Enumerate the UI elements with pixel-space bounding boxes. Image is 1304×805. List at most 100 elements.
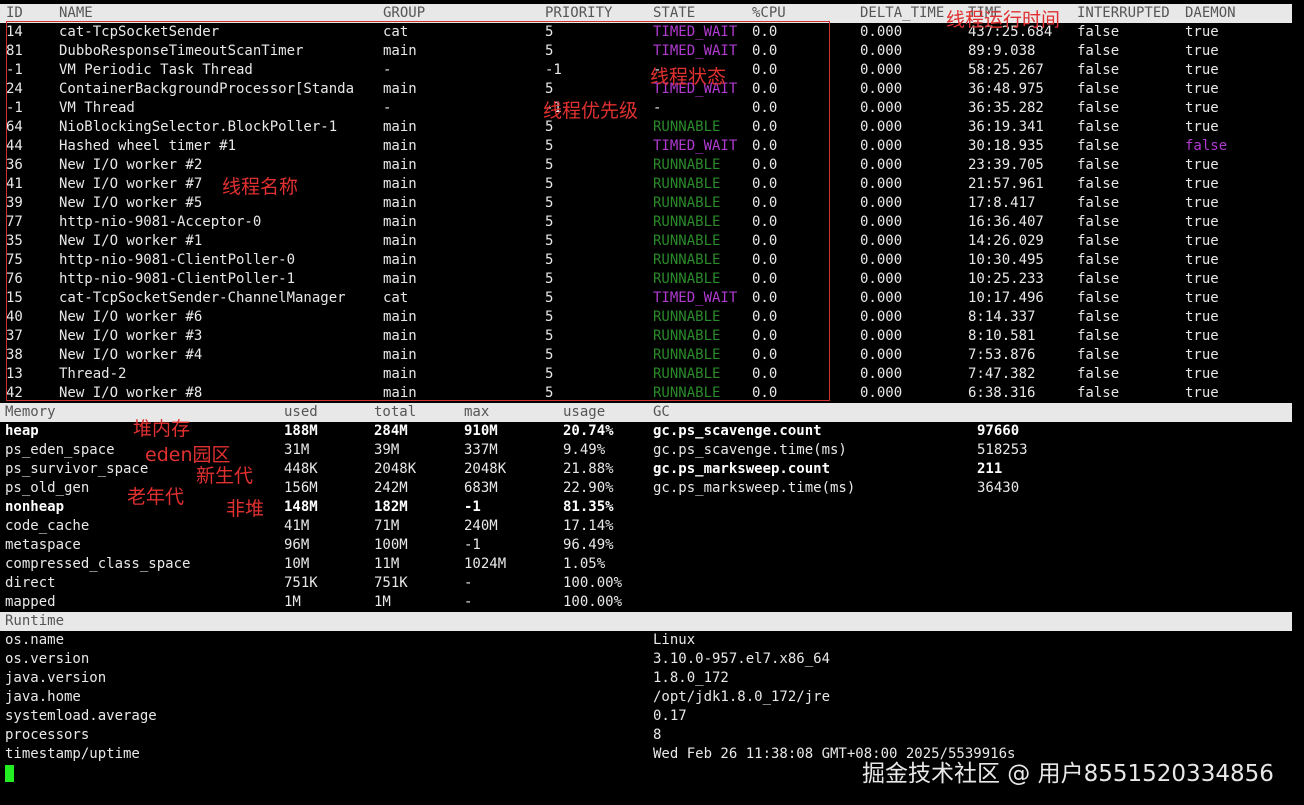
thread-interrupted-cell: false (1077, 252, 1120, 268)
memory-memory-cell: mapped (5, 594, 56, 610)
thread-time-cell: 36:48.975 (968, 81, 1044, 97)
thread-time-cell: 21:57.961 (968, 176, 1044, 192)
thread-interrupted-cell: false (1077, 195, 1120, 211)
thread-interrupted-cell: false (1077, 119, 1120, 135)
memory-total-cell: 71M (374, 518, 400, 534)
memory-usage-cell: 96.49% (563, 537, 614, 553)
runtime-header-label: Runtime (5, 613, 65, 629)
thread-interrupted-cell: false (1077, 347, 1120, 363)
terminal-cursor[interactable] (5, 765, 14, 782)
memory-used-cell: 1M (284, 594, 301, 610)
runtime-key-cell: java.home (5, 689, 81, 705)
memory-table-header: Memory used total max usage GC (0, 403, 1292, 422)
runtime-header: Runtime (0, 612, 1292, 631)
gc-row: gc.ps_marksweep.time(ms) 36430 (640, 479, 1290, 498)
annotation-heap: 堆内存 (133, 418, 191, 440)
memory-total-cell: 2048K (374, 461, 417, 477)
thread-interrupted-cell: false (1077, 138, 1120, 154)
gc-name-cell: gc.ps_marksweep.time(ms) (653, 480, 856, 496)
memory-usage-cell: 17.14% (563, 518, 614, 534)
memory-memory-cell: code_cache (5, 518, 90, 534)
gc-name-cell: gc.ps_scavenge.time(ms) (653, 442, 847, 458)
thread-time-cell: 17:8.417 (968, 195, 1036, 211)
runtime-row: os.version 3.10.0-957.el7.x86_64 (0, 650, 1292, 669)
thread-interrupted-cell: false (1077, 290, 1120, 306)
runtime-value-cell: 0.17 (653, 708, 687, 724)
thread-daemon-cell: true (1185, 214, 1219, 230)
thread-delta-time-cell: 0.000 (860, 328, 903, 344)
runtime-value-cell: Linux (653, 632, 696, 648)
memory-max-cell: -1 (464, 499, 481, 515)
thread-daemon-cell: true (1185, 43, 1219, 59)
thread-delta-time-cell: 0.000 (860, 62, 903, 78)
thread-daemon-cell: true (1185, 271, 1219, 287)
thread-daemon-cell: true (1185, 366, 1219, 382)
thread-time-cell: 30:18.935 (968, 138, 1044, 154)
thread-delta-time-cell: 0.000 (860, 81, 903, 97)
runtime-row: java.version 1.8.0_172 (0, 669, 1292, 688)
runtime-key-cell: processors (5, 727, 90, 743)
thread-time-cell: 7:47.382 (968, 366, 1036, 382)
thread-daemon-cell: true (1185, 119, 1219, 135)
memory-total-cell: 1M (374, 594, 391, 610)
memory-used-cell: 31M (284, 442, 310, 458)
thread-delta-time-cell: 0.000 (860, 366, 903, 382)
memory-total-cell: 100M (374, 537, 408, 553)
thread-time-cell: 89:9.038 (968, 43, 1036, 59)
memory-used-cell: 156M (284, 480, 318, 496)
memory-usage-cell: 20.74% (563, 423, 614, 439)
thread-time-cell: 8:14.337 (968, 309, 1036, 325)
thread-daemon-cell: true (1185, 81, 1219, 97)
runtime-value-cell: 8 (653, 727, 662, 743)
thread-interrupted-cell: false (1077, 157, 1120, 173)
memory-max-cell: 240M (464, 518, 498, 534)
memory-total-cell: 182M (374, 499, 408, 515)
memory-usage-cell: 100.00% (563, 575, 623, 591)
thread-delta-time-cell: 0.000 (860, 195, 903, 211)
thread-interrupted-cell: false (1077, 81, 1120, 97)
memory-row: code_cache 41M 71M 240M 17.14% (0, 517, 1292, 536)
memory-col-total-header: total (374, 404, 417, 420)
memory-memory-cell: heap (5, 423, 39, 439)
memory-max-cell: 1024M (464, 556, 507, 572)
thread-delta-time-cell: 0.000 (860, 100, 903, 116)
memory-used-cell: 751K (284, 575, 318, 591)
memory-total-cell: 39M (374, 442, 400, 458)
thread-interrupted-cell: false (1077, 309, 1120, 325)
thread-time-cell: 16:36.407 (968, 214, 1044, 230)
runtime-key-cell: java.version (5, 670, 107, 686)
thread-delta-time-cell: 0.000 (860, 347, 903, 363)
memory-row: mapped 1M 1M - 100.00% (0, 593, 1292, 612)
memory-col-max-header: max (464, 404, 490, 420)
memory-memory-cell: compressed_class_space (5, 556, 191, 572)
thread-daemon-cell: false (1185, 138, 1228, 154)
thread-time-cell: 7:53.876 (968, 347, 1036, 363)
thread-time-cell: 58:25.267 (968, 62, 1044, 78)
gc-row: gc.ps_scavenge.count 97660 (640, 422, 1290, 441)
thread-interrupted-cell: false (1077, 43, 1120, 59)
memory-col-memory-header: Memory (5, 404, 56, 420)
thread-delta-time-cell: 0.000 (860, 119, 903, 135)
memory-total-cell: 751K (374, 575, 408, 591)
thread-time-cell: 23:39.705 (968, 157, 1044, 173)
thread-delta-time-cell: 0.000 (860, 385, 903, 401)
thread-time-cell: 36:35.282 (968, 100, 1044, 116)
thread-col-interrupted-header: INTERRUPTED (1077, 5, 1170, 21)
memory-usage-cell: 9.49% (563, 442, 606, 458)
memory-used-cell: 148M (284, 499, 318, 515)
thread-daemon-cell: true (1185, 347, 1219, 363)
runtime-value-cell: 1.8.0_172 (653, 670, 729, 686)
thread-time-cell: 10:17.496 (968, 290, 1044, 306)
thread-interrupted-cell: false (1077, 214, 1120, 230)
annotation-thread-state: 线程状态 (650, 66, 727, 88)
thread-interrupted-cell: false (1077, 328, 1120, 344)
gc-name-cell: gc.ps_scavenge.count (653, 423, 822, 439)
thread-time-cell: 36:19.341 (968, 119, 1044, 135)
thread-time-cell: 14:26.029 (968, 233, 1044, 249)
gc-header: GC (653, 404, 670, 420)
thread-daemon-cell: true (1185, 233, 1219, 249)
memory-memory-cell: ps_old_gen (5, 480, 90, 496)
annotation-thread-priority: 线程优先级 (543, 100, 639, 122)
gc-value-cell: 97660 (977, 423, 1020, 439)
thread-daemon-cell: true (1185, 24, 1219, 40)
